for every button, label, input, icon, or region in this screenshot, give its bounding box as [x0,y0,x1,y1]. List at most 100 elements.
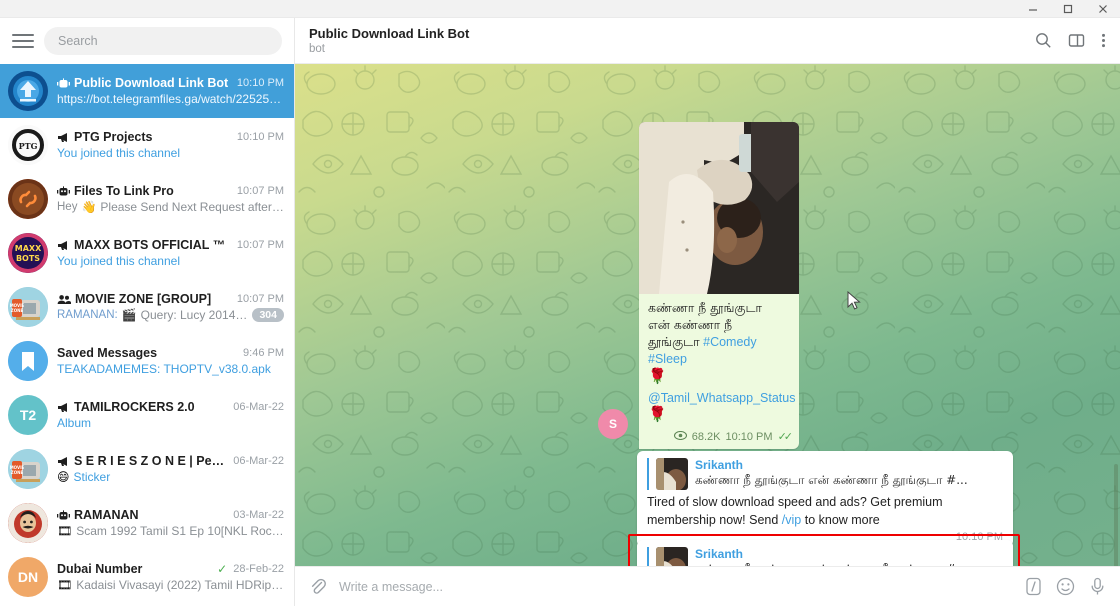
avatar[interactable]: MOVIE ZONE [8,287,48,327]
svg-text:PTG: PTG [19,141,38,151]
chat-header-actions [1035,32,1106,49]
hashtag-comedy[interactable]: #Comedy [703,335,757,349]
avatar[interactable]: DN [8,557,48,597]
message-input[interactable]: Write a message... [339,580,1013,594]
reply-preview-1[interactable]: Srikanth கண்ணா நீ தூங்குடா என் கண்ணா நீ … [647,458,1003,490]
message-time: 10:10 PM [725,430,773,443]
sidebar: Search Public Download Link Bot 10:10 PM h… [0,18,295,606]
message-body-1: Tired of slow download speed and ads? Ge… [647,494,1003,530]
hamburger-menu-icon[interactable] [12,30,34,52]
reply-thumbnail [656,458,688,490]
media-message-meta: 68.2K 10:10 PM ✓✓ [639,428,799,449]
chat-list[interactable]: Public Download Link Bot 10:10 PM https://… [0,64,294,606]
command-icon[interactable] [1025,577,1042,596]
search-icon[interactable] [1035,32,1052,49]
chat-item-top-row: PTG Projects 10:10 PM [57,130,284,144]
chat-item-top-row: Saved Messages 9:46 PM [57,346,284,360]
chat-item-time: 03-Mar-22 [233,509,284,521]
chat-item-preview: Album [57,416,92,430]
chat-item-name: Saved Messages [57,346,158,360]
chat-item-name: MOVIE ZONE [GROUP] [75,292,212,306]
chat-item-name: RAMANAN [74,508,139,522]
chat-list-item[interactable]: PTG PTG Projects 10:10 PM You joined this c… [0,118,294,172]
minimize-icon[interactable] [1015,0,1050,18]
chat-item-time: 10:07 PM [236,293,284,305]
bot-icon [57,509,70,521]
chat-item-top-row: S E R I E S Z O N E | Peaky ... 06-Mar-22 [57,454,284,468]
avatar[interactable] [8,71,48,111]
hashtag-sleep[interactable]: #Sleep [648,352,687,366]
video-thumbnail[interactable] [639,122,799,294]
vip-command[interactable]: /vip [782,513,801,527]
chat-list-item[interactable]: MAXX BOTS MAXX BOTS OFFICIAL ™ 10:07 PM You … [0,226,294,280]
chat-item-content: Dubai Number ✓ 28-Feb-22 🎞 Kadaisi Vivasayi … [57,562,284,592]
chat-item-time: 10:07 PM [236,239,284,251]
messages-area[interactable]: கண்ணா நீ தூங்குடா என் கண்ணா நீ தூங்குடா … [295,64,1120,566]
chat-item-preview: You joined this channel [57,146,180,160]
reply-preview-2[interactable]: Srikanth கண்ணா நீ தூங்குடா என் கண்ணா நீ … [647,547,1003,566]
reply-snippet-2: கண்ணா நீ தூங்குடா என் கண்ணா நீ தூங்குடா … [695,562,1003,566]
preview-emoji: 🎞 [57,578,73,592]
microphone-icon[interactable] [1089,577,1106,596]
emoji-icon[interactable] [1056,577,1075,596]
group-icon [57,294,71,305]
attach-file-icon[interactable] [309,578,327,596]
chat-item-preview: Sticker [73,470,111,484]
avatar[interactable]: T2 [8,395,48,435]
media-message[interactable]: கண்ணா நீ தூங்குடா என் கண்ணா நீ தூங்குடா … [639,122,799,450]
chat-item-top-row: MOVIE ZONE [GROUP] 10:07 PM [57,292,284,306]
chat-header: Public Download Link Bot bot [295,18,1120,64]
chat-item-content: TAMILROCKERS 2.0 06-Mar-22 Album [57,400,284,430]
chat-item-content: MAXX BOTS OFFICIAL ™ 10:07 PM You joined t… [57,238,284,268]
chat-list-item[interactable]: Files To Link Pro 10:07 PM Hey 👋 Please Send… [0,172,294,226]
more-options-icon[interactable] [1101,32,1106,49]
maximize-icon[interactable] [1050,0,1085,18]
chat-list-item[interactable]: T2 TAMILROCKERS 2.0 06-Mar-22 Album [0,388,294,442]
media-bubble[interactable]: கண்ணா நீ தூங்குடா என் கண்ணா நீ தூங்குடா … [639,122,799,450]
avatar[interactable] [8,503,48,543]
sender-avatar[interactable]: S [598,409,628,439]
chat-item-name: S E R I E S Z O N E | Peaky ... [74,454,230,468]
views-icon [673,430,687,443]
avatar[interactable]: MAXX BOTS [8,233,48,273]
avatar[interactable]: PTG [8,125,48,165]
channel-mention[interactable]: @Tamil_Whatsapp_Status [648,390,795,407]
avatar-initial: S [608,417,617,431]
chat-item-content: Files To Link Pro 10:07 PM Hey 👋 Please Send… [57,184,284,214]
chat-header-info[interactable]: Public Download Link Bot bot [309,26,1035,55]
chat-item-time: 10:07 PM [236,185,284,197]
window-titlebar [0,0,1120,18]
chat-list-item[interactable]: RAMANAN 03-Mar-22 🎞 Scam 1992 Tamil S1 Ep 1… [0,496,294,550]
bot-icon [57,77,70,89]
avatar[interactable]: MOVIE ZONE [8,449,48,489]
bot-message-1[interactable]: Srikanth கண்ணா நீ தூங்குடா என் கண்ணா நீ … [637,451,1013,547]
close-icon[interactable] [1085,0,1120,18]
chat-item-preview-row: 😄 Sticker [57,470,284,484]
chat-item-name: Public Download Link Bot [74,76,229,90]
bot-message-2[interactable]: Srikanth கண்ணா நீ தூங்குடா என் கண்ணா நீ … [637,540,1013,566]
chat-item-top-row: MAXX BOTS OFFICIAL ™ 10:07 PM [57,238,284,252]
chat-item-top-row: Public Download Link Bot 10:10 PM [57,76,284,90]
chat-item-content: MOVIE ZONE [GROUP] 10:07 PM RAMANAN: 🎬 Query… [57,292,284,322]
rose-emoji: 🌹 [648,367,667,385]
chat-item-preview-row: RAMANAN: 🎬 Query: Lucy 2014 I... 304 [57,308,284,322]
reply-body-2: Srikanth கண்ணா நீ தூங்குடா என் கண்ணா நீ … [695,547,1003,566]
chat-list-item[interactable]: Public Download Link Bot 10:10 PM https://… [0,64,294,118]
message-scrollbar[interactable] [1114,464,1118,566]
search-input[interactable]: Search [44,27,282,55]
chat-list-item[interactable]: MOVIE ZONE S E R I E S Z O N E | Peaky ...… [0,442,294,496]
chat-list-item[interactable]: Saved Messages 9:46 PM TEAKADAMEMES: THOPT… [0,334,294,388]
avatar[interactable] [8,179,48,219]
avatar[interactable] [8,341,48,381]
chat-list-item[interactable]: DN Dubai Number ✓ 28-Feb-22 🎞 Kadaisi Vivasay… [0,550,294,604]
preview-emoji: 😄 [57,470,70,484]
preview-emoji: 🎞 [57,524,73,538]
chat-subtitle: bot [309,43,325,55]
read-checks-icon: ✓✓ [777,431,794,444]
chat-item-time: 06-Mar-22 [233,455,284,467]
message-composer: Write a message... [295,566,1120,606]
chat-item-preview: TEAKADAMEMES: THOPTV_v38.0.apk [57,362,271,376]
chat-list-item[interactable]: MOVIE ZONE MOVIE ZONE [GROUP] 10:07 PM RAMAN… [0,280,294,334]
info-panel-icon[interactable] [1068,32,1085,49]
svg-text:ZONE: ZONE [11,308,24,313]
